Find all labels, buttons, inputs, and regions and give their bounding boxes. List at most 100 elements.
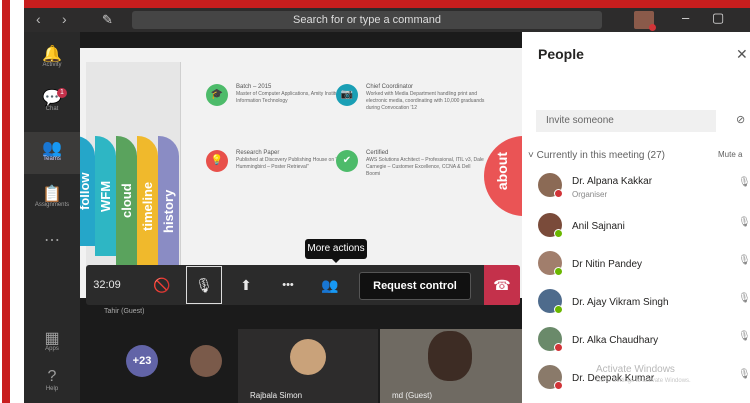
status-dot: [554, 189, 563, 198]
activate-windows-hint: Go to Settings to activate Windows.: [596, 378, 691, 384]
rail-item-more[interactable]: ⋯: [24, 230, 80, 249]
tab-follow: follow: [80, 136, 95, 246]
maximize-icon[interactable]: ▢: [712, 10, 724, 26]
tab-cloud: cloud: [116, 136, 137, 266]
participant-role: Organiser: [572, 190, 608, 199]
avatar: [538, 289, 563, 314]
compose-icon[interactable]: ✎: [102, 12, 113, 28]
card-text: AWS Solutions Architect – Professional, …: [366, 157, 484, 177]
participant-name: Dr. Alka Chaudhary: [572, 335, 659, 346]
rail-label: Apps: [45, 346, 59, 352]
list-item[interactable]: Dr. Ajay Vikram Singh 🎙: [534, 285, 750, 323]
speaker-name: Tahir (Guest): [104, 308, 145, 315]
certificate-icon: ✔: [336, 150, 358, 172]
rail-item-apps[interactable]: ▦ Apps: [24, 328, 80, 352]
more-icon: ⋯: [44, 232, 60, 249]
rail-label: Help: [45, 386, 59, 392]
help-icon: ?: [47, 368, 57, 385]
meeting-section-header[interactable]: ˅ Currently in this meeting (27): [528, 150, 665, 161]
participant-tile[interactable]: [176, 329, 238, 403]
unread-badge: 1: [57, 88, 67, 98]
avatar: [538, 213, 563, 238]
forward-icon[interactable]: ›: [62, 11, 67, 27]
mic-off-icon: 🎙: [738, 369, 750, 380]
camera-icon: 📷: [336, 84, 358, 106]
search-input[interactable]: Search for or type a command: [132, 11, 602, 29]
minimize-icon[interactable]: –: [682, 10, 689, 25]
rail-label: Assignments: [34, 202, 70, 208]
hang-up-button[interactable]: ☎: [484, 265, 520, 305]
close-icon[interactable]: ✕: [736, 46, 748, 63]
red-stripe: [2, 0, 10, 403]
status-dot: [649, 24, 656, 31]
rail-item-assignments[interactable]: 📋 Assignments: [24, 184, 80, 208]
back-icon[interactable]: ‹: [36, 11, 41, 27]
participant-tile-rajbala[interactable]: Rajbala Simon: [238, 329, 378, 403]
people-panel: People ✕ Invite someone ⊘ ˅ Currently in…: [522, 32, 750, 403]
chat-icon: 💬: [42, 90, 62, 107]
app-rail: 🔔 Activity 💬 1 Chat 👥 Teams 📋 Assignments ⋯ ▦…: [24, 32, 80, 403]
card-title: Certified: [366, 150, 389, 156]
participant-avatar: [190, 345, 222, 377]
rail-item-help[interactable]: ? Help: [24, 368, 80, 392]
shared-slide: history timeline cloud WFM follow 🎓 Batc…: [80, 48, 522, 298]
share-link-icon[interactable]: ⊘: [736, 113, 745, 126]
about-label: about: [494, 152, 510, 191]
status-dot: [554, 305, 563, 314]
about-badge: about: [484, 136, 522, 216]
user-avatar[interactable]: [634, 11, 656, 31]
section-label: Currently in this meeting (27): [536, 150, 666, 161]
meeting-stage: history timeline cloud WFM follow 🎓 Batc…: [80, 32, 522, 403]
rail-label: Activity: [42, 62, 62, 68]
rail-item-teams[interactable]: 👥 Teams: [24, 132, 80, 174]
mic-off-icon: 🎙: [738, 331, 750, 342]
mute-all-button[interactable]: Mute a: [718, 150, 742, 159]
participant-name: Rajbala Simon: [250, 391, 303, 400]
request-control-button[interactable]: Request control: [359, 272, 471, 300]
rail-label: Teams: [43, 156, 61, 162]
meeting-timer: 32:09: [93, 279, 121, 291]
participants-icon[interactable]: 👥: [312, 265, 348, 305]
tab-wfm: WFM: [95, 136, 116, 256]
participant-name: Dr Nitin Pandey: [572, 259, 643, 270]
teams-window: ‹ › ✎ Search for or type a command – ▢ 🔔…: [24, 8, 750, 403]
participant-name: Dr. Alpana Kakkar: [572, 176, 653, 187]
status-dot: [554, 343, 563, 352]
meeting-controls: 32:09 🚫 🎙 ⬆ ••• 👥 Request control ☎: [86, 265, 520, 305]
rail-item-activity[interactable]: 🔔 Activity: [24, 44, 80, 68]
tab-timeline: timeline: [137, 136, 158, 276]
participant-avatar: [290, 339, 326, 375]
avatar: [538, 173, 563, 198]
participant-tiles: +23 Rajbala Simon md (Guest): [80, 325, 522, 403]
card-text: Worked with Media Department handling pr…: [366, 91, 485, 111]
rail-item-chat[interactable]: 💬 1 Chat: [24, 88, 80, 112]
list-item[interactable]: Anil Sajnani 🎙: [534, 209, 750, 247]
invite-input[interactable]: Invite someone: [536, 110, 716, 132]
list-item[interactable]: Dr Nitin Pandey 🎙: [534, 247, 750, 285]
camera-off-icon[interactable]: 🚫: [144, 265, 180, 305]
mic-off-icon[interactable]: 🎙: [186, 266, 222, 304]
list-item[interactable]: Dr. Alpana Kakkar Organiser 🎙: [534, 169, 750, 207]
participant-name: md (Guest): [392, 391, 433, 400]
tab-history: history: [158, 136, 179, 286]
mic-off-icon: 🎙: [738, 177, 750, 188]
list-item[interactable]: Dr. Alka Chaudhary 🎙: [534, 323, 750, 361]
share-screen-icon[interactable]: ⬆: [228, 265, 264, 305]
card-title: Batch – 2015: [236, 84, 272, 90]
bell-icon: 🔔: [42, 46, 62, 63]
status-dot: [554, 381, 563, 390]
participant-tile-md[interactable]: md (Guest): [380, 329, 522, 403]
mic-off-icon: 🎙: [738, 255, 750, 266]
participant-name: Dr. Ajay Vikram Singh: [572, 297, 669, 308]
card-title: Chief Coordinator: [366, 84, 414, 90]
overflow-tile[interactable]: +23: [118, 329, 168, 403]
participant-video: [428, 331, 472, 381]
more-actions-button[interactable]: •••: [270, 265, 306, 305]
status-dot: [554, 267, 563, 276]
teams-icon: 👥: [42, 140, 62, 157]
mic-off-icon: 🎙: [738, 293, 750, 304]
assignments-icon: 📋: [42, 186, 62, 203]
rail-label: Chat: [45, 106, 59, 112]
overflow-count: +23: [126, 345, 158, 377]
chevron-down-icon: ˅: [528, 150, 537, 161]
